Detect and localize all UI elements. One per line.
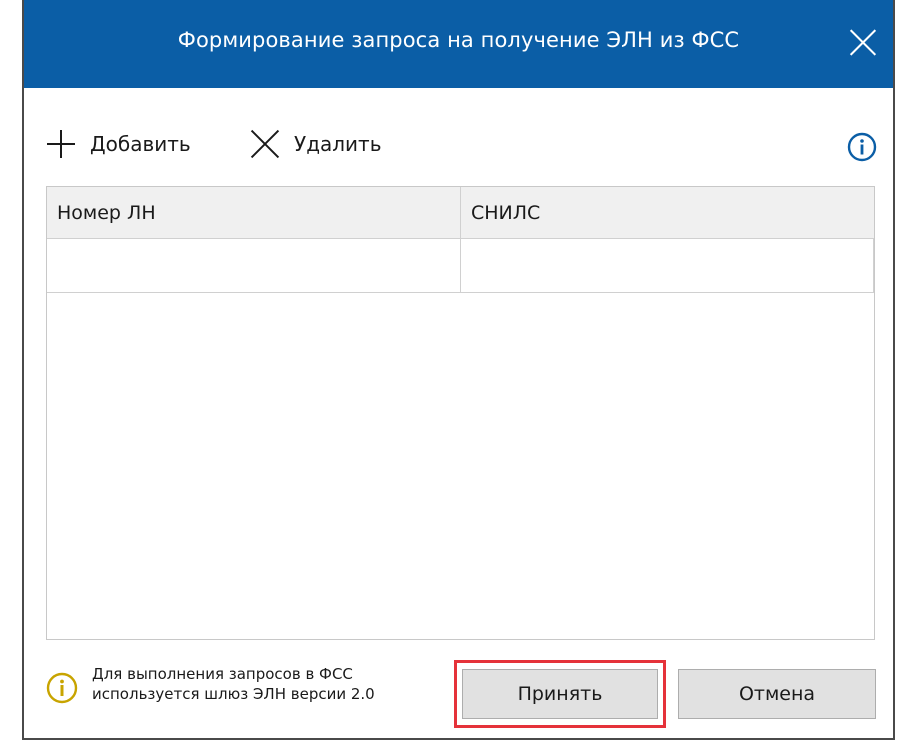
table-cell-snils[interactable]: [461, 239, 874, 292]
add-button-label: Добавить: [90, 132, 191, 156]
cancel-button[interactable]: Отмена: [678, 669, 876, 719]
requests-table[interactable]: Номер ЛН СНИЛС: [46, 186, 875, 640]
dialog-title: Формирование запроса на получение ЭЛН из…: [177, 28, 740, 52]
delete-button[interactable]: Удалить: [250, 122, 382, 166]
add-button[interactable]: Добавить: [46, 122, 191, 166]
delete-button-label: Удалить: [294, 132, 382, 156]
accept-button[interactable]: Принять: [462, 669, 658, 719]
column-header-snils[interactable]: СНИЛС: [461, 187, 874, 239]
plus-icon: [46, 129, 76, 159]
gateway-info-line-1: Для выполнения запросов в ФСС: [92, 665, 353, 683]
close-icon[interactable]: [849, 28, 877, 56]
gateway-info-icon: [46, 672, 78, 704]
title-bar: Формирование запроса на получение ЭЛН из…: [24, 0, 893, 88]
page: Формирование запроса на получение ЭЛН из…: [0, 0, 902, 750]
table-cell-ln-number[interactable]: [47, 239, 461, 292]
table-row[interactable]: [47, 239, 874, 293]
toolbar: Добавить Удалить: [24, 122, 893, 166]
info-icon[interactable]: [847, 132, 877, 162]
table-header: Номер ЛН СНИЛС: [47, 187, 874, 239]
x-icon: [250, 129, 280, 159]
gateway-info-line-2: используется шлюз ЭЛН версии 2.0: [92, 685, 375, 703]
column-header-ln-number[interactable]: Номер ЛН: [47, 187, 461, 239]
gateway-info-text: Для выполнения запросов в ФСС использует…: [92, 664, 375, 704]
dialog-window: Формирование запроса на получение ЭЛН из…: [22, 0, 895, 740]
